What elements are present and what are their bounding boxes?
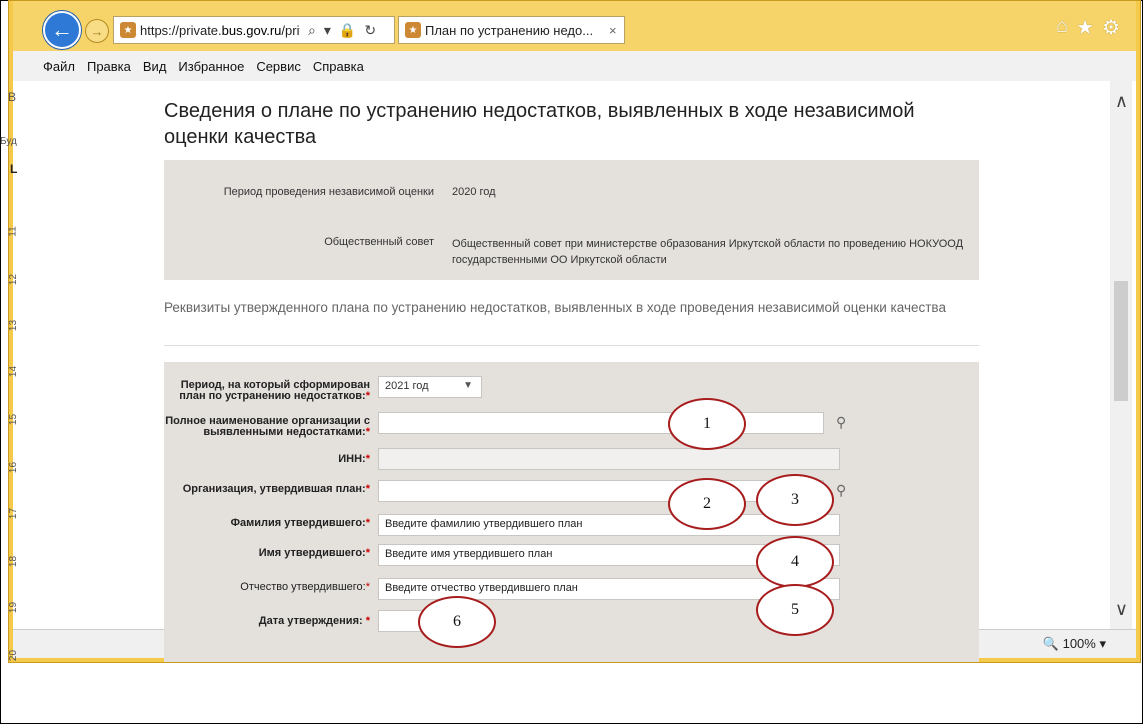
tab-title: План по устранению недо... — [425, 22, 594, 38]
ruler-11: 11 — [7, 226, 19, 237]
zoom-control[interactable]: 🔍 100% ▾ — [1043, 636, 1106, 652]
ruler-19: 19 — [8, 601, 20, 614]
scrollbar-thumb[interactable] — [1114, 281, 1128, 401]
inn-label-text: ИНН: — [338, 453, 366, 465]
plan-period-value: 2021 год — [385, 380, 429, 392]
patronymic-label: Отчество утвердившего:* — [164, 582, 370, 593]
org-name-input[interactable] — [378, 412, 824, 434]
plan-form: Период, на который сформирован план по у… — [164, 362, 979, 662]
favorites-star-icon[interactable]: ★ — [1076, 15, 1094, 40]
required-mark: * — [365, 547, 370, 559]
plan-period-label-text: Период, на который сформирован план по у… — [179, 379, 370, 402]
lock-icon[interactable]: 🔒 — [339, 22, 356, 39]
date-label: Дата утверждения: * — [164, 616, 370, 627]
settings-gear-icon[interactable]: ⚙ — [1102, 15, 1120, 40]
requisites-title: Реквизиты утвержденного плана по устране… — [164, 300, 946, 315]
annotation-1: 1 — [668, 398, 746, 450]
menu-item-help[interactable]: Справка — [313, 59, 364, 74]
ruler-16: 16 — [8, 461, 20, 474]
period-label: Период проведения независимой оценки — [223, 186, 434, 198]
forward-arrow-icon: → — [90, 23, 104, 39]
inn-input[interactable] — [378, 448, 840, 470]
tab-favicon-icon: ★ — [405, 22, 421, 38]
back-button[interactable]: ← — [43, 11, 81, 49]
side-letter-b: В — [8, 90, 17, 104]
annotation-5: 5 — [756, 584, 834, 636]
search-icon[interactable]: ⌕ — [308, 22, 316, 39]
side-letter-l: L — [10, 162, 18, 176]
evaluation-info-box: Период проведения независимой оценки 202… — [164, 160, 979, 280]
name-label: Имя утвердившего:* — [164, 548, 370, 559]
menu-item-favorites[interactable]: Избранное — [178, 59, 244, 74]
org-name-label: Полное наименование организации с выявле… — [164, 416, 370, 438]
annotation-4: 4 — [756, 536, 834, 588]
plan-period-label: Период, на который сформирован план по у… — [164, 380, 370, 402]
menu-item-file[interactable]: Файл — [43, 59, 75, 74]
council-label: Общественный совет — [324, 236, 434, 248]
title-bar: ← → ★ https://private.bus.gov.ru/priv ⌕ … — [13, 1, 1136, 51]
tab-close-icon[interactable]: × — [609, 23, 617, 38]
home-icon[interactable]: ⌂ — [1056, 15, 1068, 40]
ruler-17: 17 — [8, 507, 20, 520]
inn-label: ИНН:* — [164, 454, 370, 465]
plan-period-select[interactable]: 2021 год ▼ — [378, 376, 482, 398]
surname-label: Фамилия утвердившего:* — [164, 518, 370, 529]
required-mark: * — [365, 426, 370, 438]
menu-item-view[interactable]: Вид — [143, 59, 167, 74]
org-name-search-icon[interactable]: ⚲ — [836, 414, 846, 431]
dropdown-icon[interactable]: ▾ — [324, 22, 331, 39]
zoom-icon: 🔍 — [1042, 636, 1059, 651]
required-mark: * — [365, 581, 370, 593]
section-divider — [164, 345, 979, 346]
menu-bar: Файл Правка Вид Избранное Сервис Справка — [13, 51, 1136, 82]
patronymic-label-text: Отчество утвердившего: — [240, 581, 366, 593]
browser-tab[interactable]: ★ План по устранению недо... × — [398, 16, 625, 44]
surname-label-text: Фамилия утвердившего: — [230, 517, 366, 529]
annotation-3: 3 — [756, 474, 834, 526]
zoom-dropdown-icon[interactable]: ▾ — [1099, 636, 1106, 651]
council-value: Общественный совет при министерстве обра… — [452, 238, 964, 266]
scroll-up-icon[interactable]: ∧ — [1115, 91, 1128, 112]
url-prefix: https://private. — [140, 22, 222, 38]
date-label-text: Дата утверждения: — [258, 615, 363, 627]
required-mark: * — [365, 483, 370, 495]
back-arrow-icon: ← — [51, 17, 73, 42]
org-name-label-text: Полное наименование организации с выявле… — [165, 415, 370, 438]
ruler-12: 12 — [8, 273, 20, 286]
approver-org-search-icon[interactable]: ⚲ — [836, 482, 846, 499]
required-mark: * — [365, 390, 370, 402]
scroll-down-icon[interactable]: ∨ — [1115, 599, 1128, 620]
zoom-level: 100% — [1062, 636, 1096, 651]
address-url[interactable]: https://private.bus.gov.ru/priv — [140, 23, 300, 38]
approver-org-label: Организация, утвердившая план:* — [164, 484, 370, 495]
name-label-text: Имя утвердившего: — [258, 547, 366, 559]
approver-org-label-text: Организация, утвердившая план: — [182, 483, 366, 495]
menu-item-edit[interactable]: Правка — [87, 59, 131, 74]
toolbar-right: ⌂ ★ ⚙ — [1056, 15, 1120, 40]
side-text-bu: Буд — [0, 136, 17, 147]
url-suffix: /priv — [281, 22, 300, 38]
annotation-2: 2 — [668, 478, 746, 530]
required-mark: * — [365, 453, 370, 465]
ruler-14: 14 — [8, 365, 20, 378]
site-favicon-icon: ★ — [120, 22, 136, 38]
period-value: 2020 год — [452, 186, 496, 198]
url-domain: bus.gov.ru — [221, 22, 282, 38]
required-mark: * — [365, 615, 370, 627]
ruler-13: 13 — [8, 319, 20, 332]
annotation-6: 6 — [418, 596, 496, 648]
ruler-20: 20 — [8, 649, 20, 662]
page-title: Сведения о плане по устранению недостатк… — [164, 100, 915, 148]
ruler-15: 15 — [8, 413, 20, 426]
chevron-down-icon: ▼ — [463, 380, 473, 391]
ruler-18: 18 — [8, 555, 20, 568]
address-bar[interactable]: ★ https://private.bus.gov.ru/priv ⌕ ▾ 🔒 … — [113, 16, 395, 44]
menu-item-tools[interactable]: Сервис — [256, 59, 301, 74]
forward-button[interactable]: → — [85, 19, 109, 43]
required-mark: * — [365, 517, 370, 529]
ruler: 11 12 13 14 15 16 17 18 19 20 — [7, 190, 22, 662]
refresh-icon[interactable]: ↻ — [364, 22, 376, 39]
